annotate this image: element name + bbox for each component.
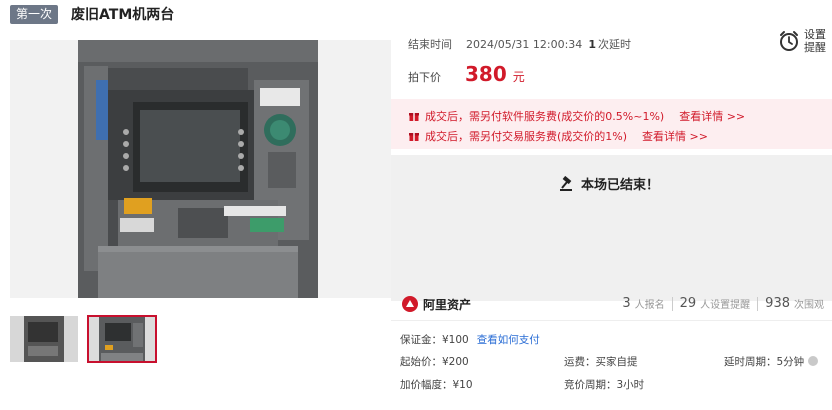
set-reminder-button[interactable]: 设置 提醒 [778,28,826,54]
deposit-row: 保证金：¥100 查看如何支付 [400,332,540,347]
reminder-label-line1: 设置 [804,28,826,41]
notice-detail-link-1[interactable]: 查看详情 >> [679,108,745,124]
brand-stats-row: 阿里资产 3 人报名 29 人设置提醒 938 次围观 [391,291,832,321]
brand-name: 阿里资产 [423,297,472,312]
views-count: 938 [765,296,790,311]
extension-text: 次延时 [597,38,631,51]
notice-text-1: 成交后，需另付软件服务费(成交价的0.5%~1%) [425,110,665,123]
reminders-count: 29 [679,296,697,311]
auction-ended-box: 本场已结束！ [391,155,832,301]
stats-divider [671,296,673,311]
service-fee-notice: 成交后，需另付软件服务费(成交价的0.5%~1%) 查看详情 >> 成交后，需另… [391,99,832,149]
thumbnail-2-selected[interactable] [87,315,157,363]
gavel-icon [560,175,572,191]
extension-count: 1 [588,38,596,51]
signups-label: 人报名 [634,300,665,311]
notice-text-2: 成交后，需另付交易服务费(成交价的1%) [425,130,628,143]
delay-period-row: 延时周期：5分钟 [724,354,819,369]
ended-text: 本场已结束！ [581,178,660,193]
title-row: 第一次 废旧ATM机两台 [10,4,174,24]
price-label: 拍下价 [408,71,441,84]
help-icon[interactable] [808,356,819,366]
thumbnail-1[interactable] [10,316,78,362]
round-badge: 第一次 [10,4,59,24]
item-title: 废旧ATM机两台 [71,7,175,23]
price-unit: 元 [512,70,525,84]
notice-line-1: 成交后，需另付软件服务费(成交价的0.5%~1%) 查看详情 >> [391,106,832,126]
end-time-label: 结束时间 [408,38,452,51]
thumbnail-image [10,316,78,362]
alarm-clock-icon [780,31,798,51]
auction-page: 第一次 废旧ATM机两台 结束时间 2024/05/31 12:00:34 1 … [0,0,832,410]
end-time-row: 结束时间 2024/05/31 12:00:34 1 次延时 [408,36,631,52]
extension-info: 1 次延时 [588,36,631,52]
auction-stats: 3 人报名 29 人设置提醒 938 次围观 [622,296,824,311]
deposit-text: 保证金：¥100 [400,334,469,346]
how-to-pay-link[interactable]: 查看如何支付 [477,334,540,346]
ali-assets-logo-icon [402,296,418,312]
price-value: 380 [465,62,507,86]
reminder-label: 设置 提醒 [804,28,826,54]
bid-increment: 加价幅度：¥10 [400,379,473,391]
reminders-label: 人设置提醒 [700,300,751,311]
main-image[interactable] [10,40,391,298]
notice-detail-link-2[interactable]: 查看详情 >> [642,128,708,144]
delay-period: 延时周期：5分钟 [724,356,805,368]
gift-icon [409,113,419,121]
notice-line-2: 成交后，需另付交易服务费(成交价的1%) 查看详情 >> [391,126,832,146]
gift-icon [409,133,419,141]
reminder-label-line2: 提醒 [804,41,826,54]
signups-count: 3 [622,296,631,311]
views-label: 次围观 [794,300,824,311]
thumbnail-image [89,317,155,361]
bid-period: 竞价周期：3小时 [564,379,645,391]
stats-divider [757,296,759,311]
end-time-value: 2024/05/31 12:00:34 [466,37,583,51]
atm-photo [78,40,318,298]
final-price-row: 拍下价 380 元 [408,62,525,86]
start-price: 起始价：¥200 [400,356,469,368]
brand: 阿里资产 [401,295,471,313]
shipping-info: 运费：买家自提 [564,356,638,368]
auction-ended-message: 本场已结束！ [559,174,659,193]
